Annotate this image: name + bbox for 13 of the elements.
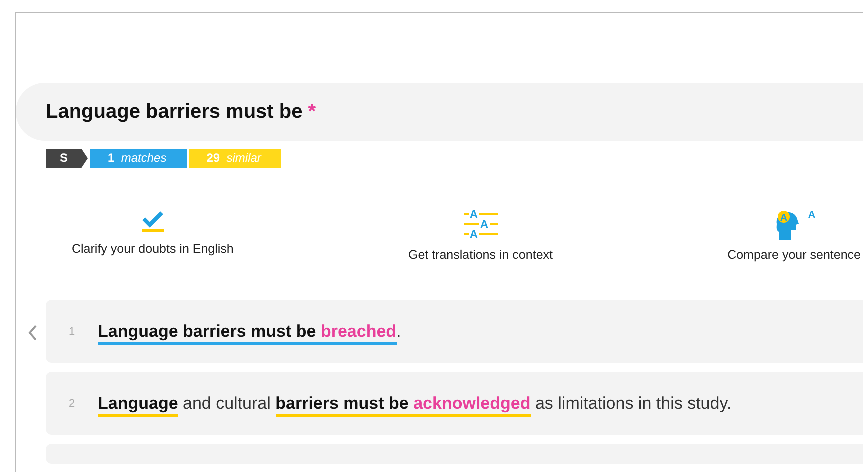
- result-row[interactable]: 1 Language barriers must be breached.: [46, 300, 863, 363]
- feature-label: Get translations in context: [408, 248, 553, 262]
- step-tag: S: [46, 149, 88, 168]
- search-field[interactable]: Language barriers must be *: [16, 83, 863, 141]
- search-query: Language barriers must be *: [46, 100, 316, 124]
- result-row[interactable]: 2 Language and cultural barriers must be acknowledged as limitations in this study.: [46, 372, 863, 435]
- example-sentence: Language barriers must be breached.: [98, 322, 402, 342]
- example-sentence: Language and cultural barriers must be acknowledged as limitations in this study.: [98, 394, 732, 414]
- feature-label: Clarify your doubts in English: [72, 242, 234, 256]
- feature-label: Compare your sentence: [728, 248, 861, 262]
- line-number: 2: [68, 398, 76, 410]
- line-number: 1: [68, 326, 76, 338]
- previous-icon[interactable]: [28, 325, 38, 341]
